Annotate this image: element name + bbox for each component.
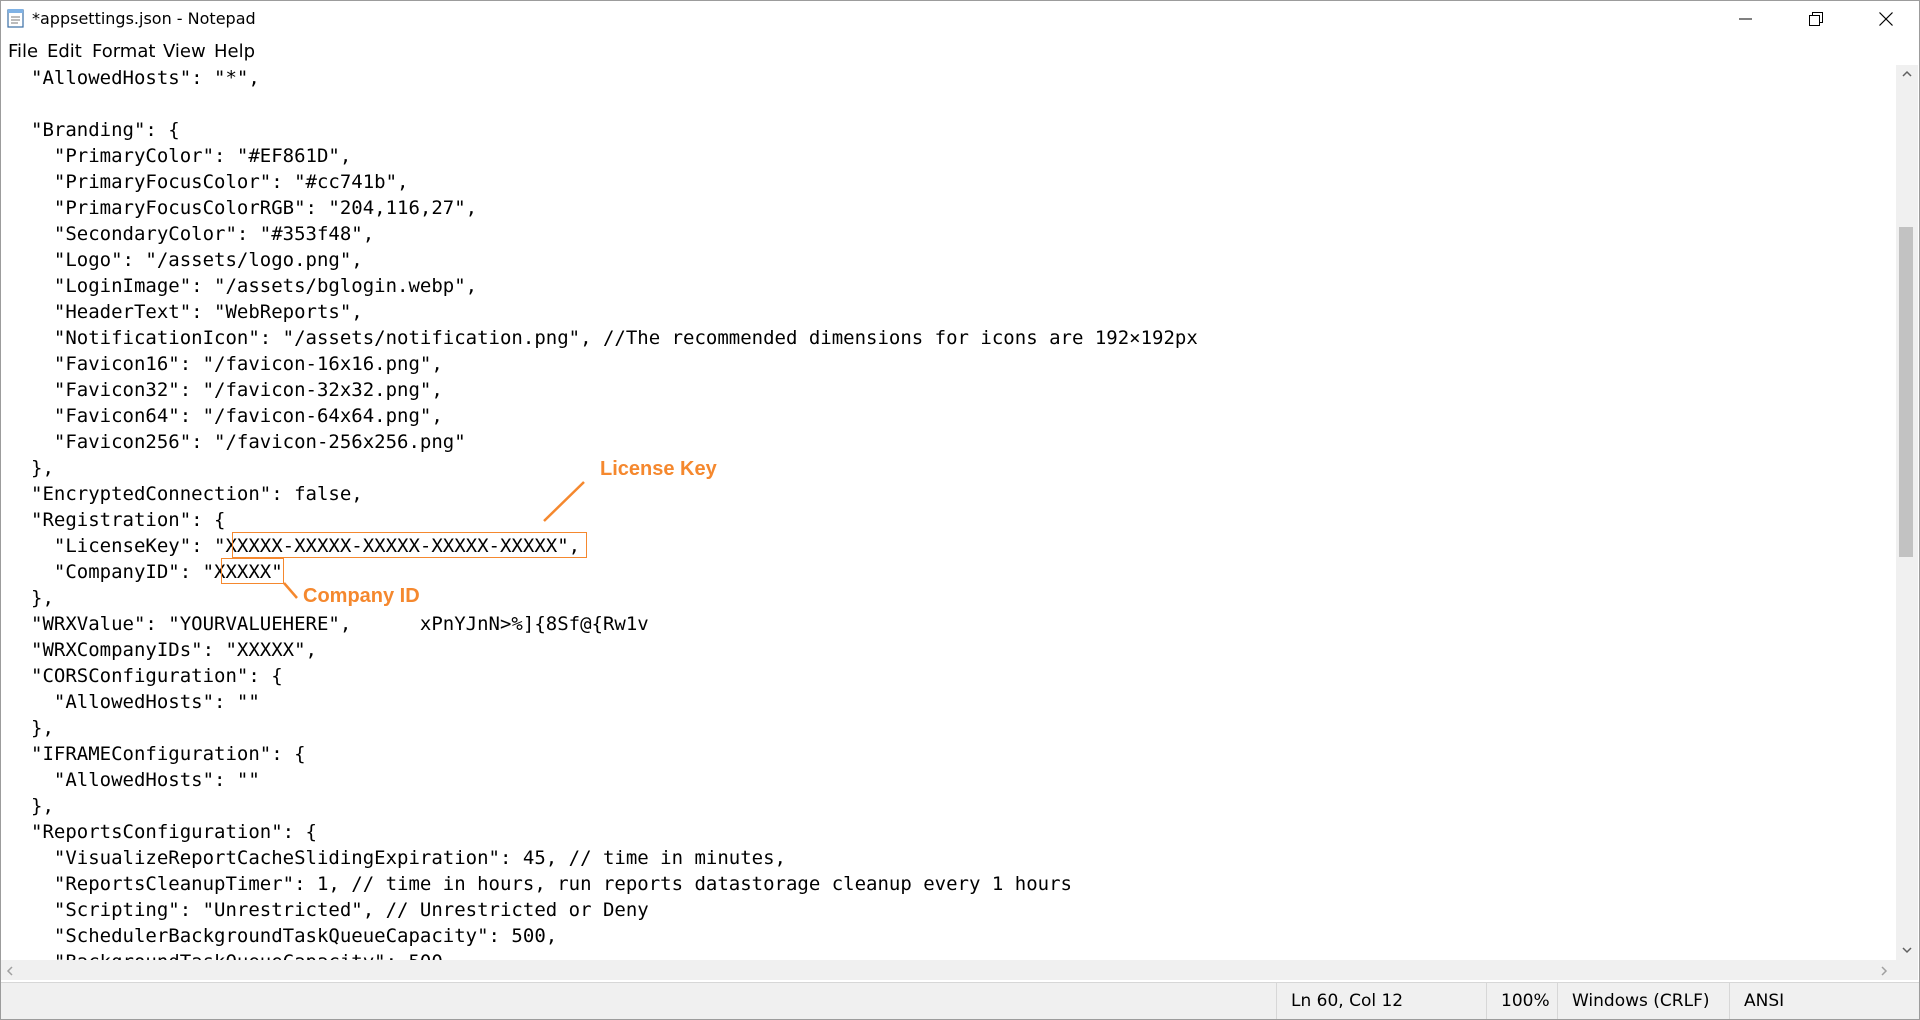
text-line: "SchedulerBackgroundTaskQueueCapacity": … bbox=[31, 925, 558, 947]
menu-bar: File Edit Format View Help bbox=[1, 37, 1919, 63]
scroll-right-arrow-icon bbox=[1881, 966, 1888, 976]
text-line: "ReportsCleanupTimer": 1, // time in hou… bbox=[31, 873, 1072, 895]
status-bar: Ln 60, Col 12 100% Windows (CRLF) ANSI bbox=[1, 982, 1919, 1019]
vertical-scroll-thumb[interactable] bbox=[1899, 227, 1913, 557]
title-bar[interactable]: *appsettings.json - Notepad bbox=[1, 1, 1919, 37]
notepad-window: *appsettings.json - Notepad File Edit Fo… bbox=[0, 0, 1920, 1020]
company-id-annotation: Company ID bbox=[303, 585, 420, 607]
menu-help[interactable]: Help bbox=[214, 41, 255, 62]
close-icon bbox=[1879, 12, 1893, 26]
close-button[interactable] bbox=[1851, 1, 1919, 37]
text-line: "Favicon256": "/favicon-256x256.png" bbox=[31, 431, 466, 453]
window-title: *appsettings.json - Notepad bbox=[32, 9, 256, 28]
minimize-button[interactable] bbox=[1711, 1, 1781, 37]
text-line: "Favicon16": "/favicon-16x16.png", bbox=[31, 353, 443, 375]
text-line: "PrimaryFocusColor": "#cc741b", bbox=[31, 171, 409, 193]
scroll-left-arrow-icon bbox=[6, 966, 13, 976]
text-line: "Favicon64": "/favicon-64x64.png", bbox=[31, 405, 443, 427]
status-encoding: ANSI bbox=[1729, 983, 1919, 1019]
license-key-annotation: License Key bbox=[600, 458, 717, 480]
text-line: }, bbox=[31, 587, 54, 609]
restore-icon bbox=[1809, 12, 1823, 26]
horizontal-scrollbar[interactable] bbox=[1, 960, 1896, 980]
text-line: "PrimaryColor": "#EF861D", bbox=[31, 145, 352, 167]
menu-edit[interactable]: Edit bbox=[47, 41, 82, 62]
text-line: "AllowedHosts": "*", bbox=[31, 67, 260, 89]
text-line: "Favicon32": "/favicon-32x32.png", bbox=[31, 379, 443, 401]
text-line: }, bbox=[31, 457, 54, 479]
restore-button[interactable] bbox=[1781, 1, 1851, 37]
text-line: "BackgroundTaskQueueCapacity": 500 bbox=[31, 949, 443, 960]
text-line: "IFRAMEConfiguration": { bbox=[31, 743, 306, 765]
text-line: "LoginImage": "/assets/bglogin.webp", bbox=[31, 275, 478, 297]
notepad-app-icon bbox=[7, 9, 24, 28]
status-cursor-position: Ln 60, Col 12 bbox=[1276, 983, 1486, 1019]
text-line: "Logo": "/assets/logo.png", bbox=[31, 249, 363, 271]
company-id-callout-line bbox=[283, 582, 298, 599]
menu-view[interactable]: View bbox=[163, 41, 206, 62]
vertical-scrollbar[interactable] bbox=[1896, 65, 1918, 960]
minimize-icon bbox=[1739, 18, 1752, 20]
text-line: "VisualizeReportCacheSlidingExpiration":… bbox=[31, 847, 786, 869]
status-zoom: 100% bbox=[1486, 983, 1557, 1019]
license-key-callout-line bbox=[543, 481, 585, 522]
text-line: "EncryptedConnection": false, bbox=[31, 483, 363, 505]
text-line: "WRXValue": "YOURVALUEHERE", xPnYJnN>%]{… bbox=[31, 613, 649, 635]
company-id-highlight-box bbox=[221, 558, 284, 584]
text-line: }, bbox=[31, 795, 54, 817]
menu-file[interactable]: File bbox=[8, 41, 38, 62]
scroll-down-arrow-icon bbox=[1902, 947, 1912, 954]
text-line: "HeaderText": "WebReports", bbox=[31, 301, 363, 323]
text-line: "CORSConfiguration": { bbox=[31, 665, 283, 687]
text-line: "NotificationIcon": "/assets/notificatio… bbox=[31, 327, 1198, 349]
text-line: "ReportsConfiguration": { bbox=[31, 821, 317, 843]
status-line-ending: Windows (CRLF) bbox=[1557, 983, 1729, 1019]
text-line: "Scripting": "Unrestricted", // Unrestri… bbox=[31, 899, 649, 921]
text-line: "WRXCompanyIDs": "XXXXX", bbox=[31, 639, 317, 661]
text-line: "Branding": { bbox=[31, 119, 180, 141]
text-line: "SecondaryColor": "#353f48", bbox=[31, 223, 375, 245]
license-key-highlight-box bbox=[232, 532, 587, 558]
text-line: "AllowedHosts": "" bbox=[31, 691, 260, 713]
text-line: "Registration": { bbox=[31, 509, 226, 531]
text-line: }, bbox=[31, 717, 54, 739]
scrollbar-corner bbox=[1896, 960, 1918, 980]
menu-format[interactable]: Format bbox=[92, 41, 155, 62]
scroll-up-arrow-icon bbox=[1902, 70, 1912, 77]
text-line: "PrimaryFocusColorRGB": "204,116,27", bbox=[31, 197, 478, 219]
text-editor-area[interactable]: "AllowedHosts": "*", "Branding": { "Prim… bbox=[1, 65, 1896, 960]
text-line: "AllowedHosts": "" bbox=[31, 769, 260, 791]
